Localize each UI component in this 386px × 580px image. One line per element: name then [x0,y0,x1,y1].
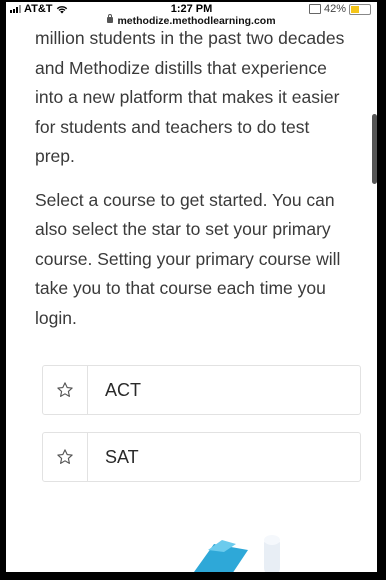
text-line: course. Setting your primary course will [35,248,341,269]
lock-icon [107,14,114,23]
course-item-act[interactable]: ACT [42,365,361,415]
text-line: prep. [35,146,75,166]
battery-percent: 42% [323,3,346,15]
instructions-paragraph: Select a course to get started. You can … [35,186,365,334]
text-line: for students and teachers to do test [35,116,310,137]
scrollbar[interactable] [372,114,377,184]
text-line: take you to that course each time you [35,278,326,298]
status-bar: AT&T 1:27 PM 42% [6,2,377,16]
text-line: Select a course to get started. You can [35,189,335,210]
phone-screen: AT&T 1:27 PM 42% methodize.methodlearnin… [6,2,377,572]
primary-star-button[interactable] [43,433,88,481]
intro-paragraph: million students in the past two decades… [35,24,365,172]
text-line: and Methodize distills that experience [35,57,327,78]
course-label: ACT [105,379,141,400]
course-item-sat[interactable]: SAT [42,432,361,482]
screen-mirror-icon [308,4,321,14]
intro-content: million students in the past two decades… [35,24,365,333]
text-line: login. [35,307,77,328]
star-outline-icon [57,449,73,464]
text-line: also select the star to set your primary [35,219,331,239]
course-label: SAT [105,446,139,467]
battery-icon [349,3,371,15]
battery-group: 42% [308,3,371,15]
primary-star-button[interactable] [43,366,88,414]
illustration-image [194,535,280,572]
text-line: into a new platform that makes it easier [35,87,340,107]
star-outline-icon [57,382,73,397]
text-line: million students in the past two decades [35,28,345,48]
